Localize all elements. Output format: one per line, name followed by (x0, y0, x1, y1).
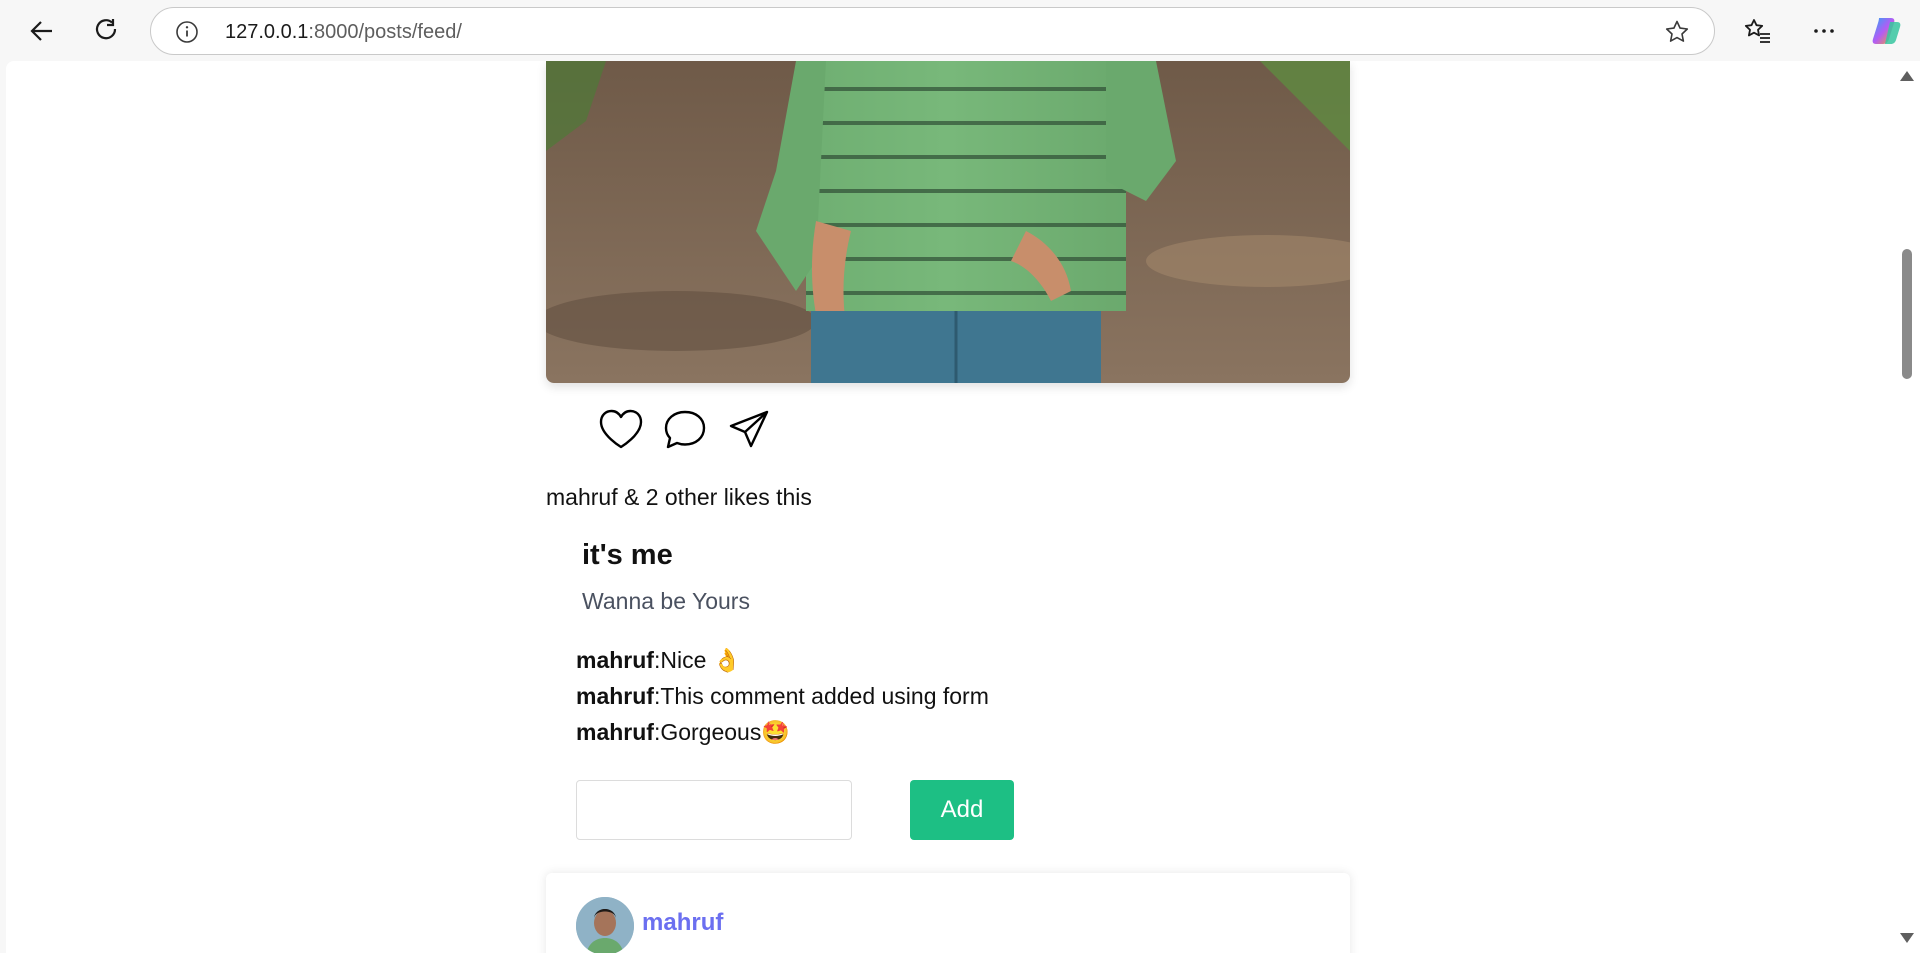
comment-text: :Nice 👌 (653, 647, 742, 673)
like-button[interactable] (598, 407, 644, 451)
post-image[interactable] (546, 61, 1350, 383)
post-photo (546, 61, 1350, 383)
copilot-icon (1872, 18, 1901, 44)
more-menu-button[interactable] (1803, 10, 1845, 52)
send-icon (729, 410, 769, 448)
comment-text: :Gorgeous🤩 (653, 719, 790, 745)
browser-toolbar: 127.0.0.1:8000/posts/feed/ (0, 0, 1920, 61)
comment-user: mahruf (576, 647, 654, 673)
comment-bubble-icon (664, 410, 706, 449)
favorite-star-icon[interactable] (1664, 19, 1690, 45)
reload-button[interactable] (86, 10, 128, 52)
more-dots-icon (1814, 29, 1834, 33)
add-comment-button[interactable]: Add (910, 780, 1014, 840)
copilot-button[interactable] (1866, 10, 1908, 52)
post-author-link[interactable]: mahruf (642, 909, 723, 937)
favorites-list-icon (1744, 19, 1770, 43)
post-title: it's me (582, 539, 673, 571)
next-post-card: mahruf (546, 873, 1350, 953)
avatar[interactable] (576, 897, 634, 953)
url-text[interactable]: 127.0.0.1:8000/posts/feed/ (225, 21, 462, 44)
scroll-down-arrow-icon[interactable] (1900, 933, 1914, 943)
scroll-up-arrow-icon[interactable] (1900, 71, 1914, 81)
back-arrow-icon (30, 21, 52, 41)
comment-item: mahruf:Gorgeous🤩 (576, 714, 989, 750)
scrollbar[interactable] (1894, 61, 1920, 953)
post-actions (598, 407, 772, 451)
comment-text: :This comment added using form (653, 683, 989, 709)
comment-item: mahruf:Nice 👌 (576, 642, 989, 678)
comment-input[interactable] (576, 780, 852, 840)
likes-text: mahruf & 2 other likes this (546, 484, 812, 510)
heart-icon (599, 409, 643, 449)
scroll-thumb[interactable] (1902, 249, 1912, 379)
page-viewport: mahruf & 2 other likes this it's me Wann… (6, 61, 1894, 953)
reload-icon (95, 19, 117, 40)
avatar-photo (576, 897, 634, 953)
url-path: :8000/posts/feed/ (308, 21, 462, 43)
comment-button[interactable] (662, 407, 708, 451)
address-bar[interactable]: 127.0.0.1:8000/posts/feed/ (150, 7, 1715, 55)
back-button[interactable] (21, 10, 63, 52)
share-button[interactable] (726, 407, 772, 451)
post-caption: Wanna be Yours (582, 588, 750, 614)
comment-user: mahruf (576, 683, 654, 709)
url-host: 127.0.0.1 (225, 21, 309, 43)
comment-item: mahruf:This comment added using form (576, 678, 989, 714)
comment-user: mahruf (576, 719, 654, 745)
favorites-button[interactable] (1737, 10, 1779, 52)
info-icon[interactable] (175, 20, 199, 44)
comment-list: mahruf:Nice 👌 mahruf:This comment added … (576, 642, 989, 750)
